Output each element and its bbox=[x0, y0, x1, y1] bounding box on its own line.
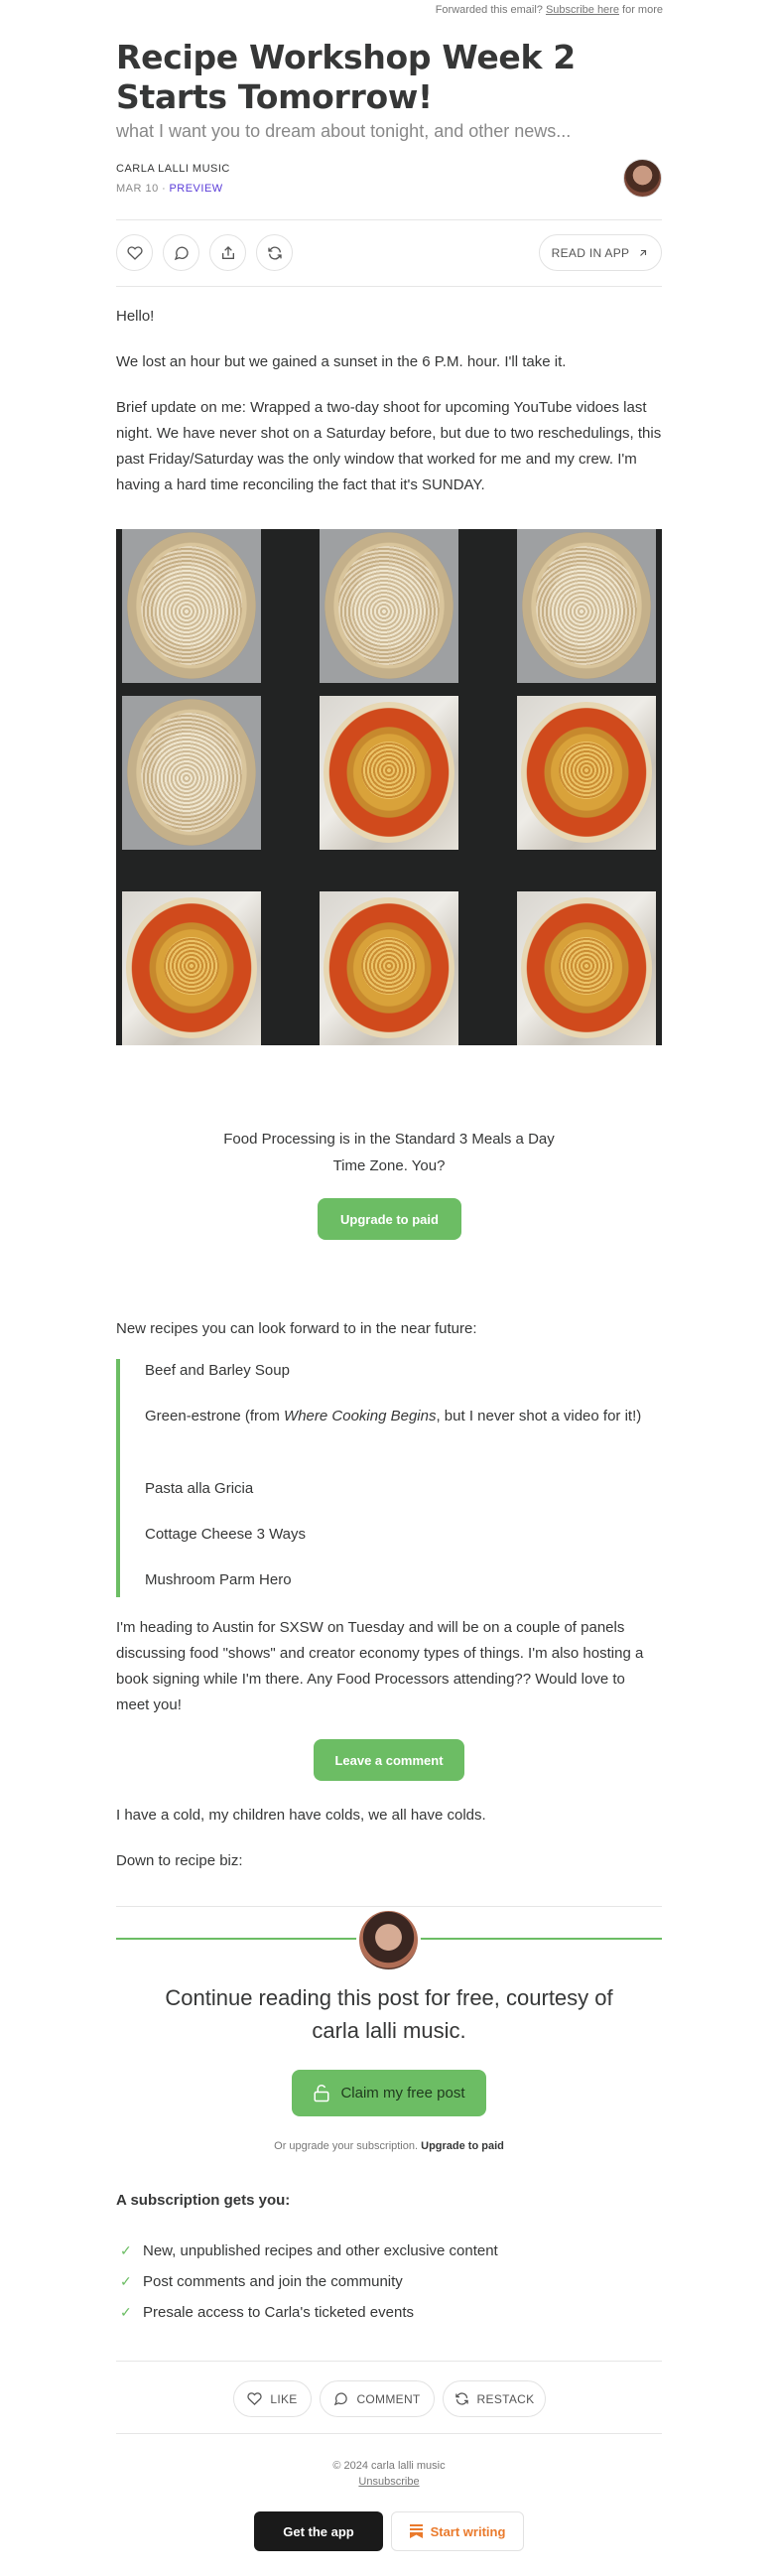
author-name[interactable]: CARLA LALLI MUSIC bbox=[116, 163, 662, 175]
photo-pasta bbox=[320, 529, 458, 683]
read-in-app-button[interactable]: READ IN APP bbox=[539, 234, 662, 271]
footer-like-button[interactable]: LIKE bbox=[233, 2380, 312, 2417]
divider bbox=[116, 1906, 662, 1907]
divider bbox=[116, 286, 662, 287]
greeting: Hello! bbox=[116, 308, 155, 325]
body-paragraph: Brief update on me: Wrapped a two-day sh… bbox=[116, 399, 662, 493]
benefit-item: ✓ New, unpublished recipes and other excl… bbox=[120, 2242, 498, 2259]
benefit-item: ✓ Post comments and join the community bbox=[120, 2273, 403, 2290]
footer-comment-button[interactable]: COMMENT bbox=[320, 2380, 435, 2417]
paywall-heading: Continue reading this post for free, cou… bbox=[165, 1985, 613, 2043]
photo-pasta-plate bbox=[320, 891, 458, 1045]
recipe-item: Pasta alla Gricia bbox=[145, 1480, 254, 1497]
body-paragraph: I have a cold, my children have colds, w… bbox=[116, 1807, 486, 1824]
upgrade-note: Or upgrade your subscription. Upgrade to… bbox=[274, 2140, 504, 2152]
leave-comment-button[interactable]: Leave a comment bbox=[314, 1739, 464, 1781]
divider bbox=[116, 2361, 662, 2362]
heart-icon bbox=[126, 245, 143, 260]
recipe-item: Green-estrone (from Where Cooking Begins… bbox=[145, 1408, 642, 1424]
photo-pasta-plate bbox=[122, 891, 261, 1045]
preview-link[interactable]: PREVIEW bbox=[169, 183, 222, 195]
post-title[interactable]: Recipe Workshop Week 2 Starts Tomorrow! bbox=[116, 38, 662, 117]
email-page: Forwarded this email? Subscribe here for… bbox=[0, 0, 778, 2576]
recipes-intro: New recipes you can look forward to in t… bbox=[116, 1320, 477, 1337]
like-button[interactable] bbox=[116, 234, 153, 271]
footer-restack-button[interactable]: RESTACK bbox=[443, 2380, 546, 2417]
divider bbox=[116, 2433, 662, 2434]
photo-pasta bbox=[122, 529, 261, 683]
post-date: MAR 10 ∙ PREVIEW bbox=[116, 183, 223, 195]
recipes-blockquote: Beef and Barley Soup Green-estrone (from… bbox=[116, 1359, 662, 1597]
copyright: © 2024 carla lalli music bbox=[332, 2460, 446, 2472]
pasta-photo-grid[interactable] bbox=[116, 529, 662, 1045]
start-writing-button[interactable]: Start writing bbox=[391, 2511, 524, 2551]
post-subtitle: what I want you to dream about tonight, … bbox=[116, 121, 572, 141]
body-paragraph: I'm heading to Austin for SXSW on Tuesda… bbox=[116, 1619, 644, 1713]
recipe-item: Cottage Cheese 3 Ways bbox=[145, 1526, 307, 1543]
photo-pasta-plate bbox=[517, 696, 656, 850]
body-paragraph: We lost an hour but we gained a sunset i… bbox=[116, 353, 567, 370]
claim-free-post-button[interactable]: Claim my free post bbox=[292, 2070, 486, 2116]
comment-button[interactable] bbox=[163, 234, 199, 271]
recipe-item: Mushroom Parm Hero bbox=[145, 1571, 292, 1588]
photo-pasta bbox=[517, 529, 656, 683]
forwarded-note: Forwarded this email? Subscribe here for… bbox=[435, 4, 663, 16]
subscribe-link[interactable]: Subscribe here bbox=[546, 4, 619, 16]
subscription-heading: A subscription gets you: bbox=[116, 2192, 291, 2209]
share-icon bbox=[221, 245, 234, 259]
unsubscribe-link[interactable]: Unsubscribe bbox=[116, 2476, 662, 2488]
upgrade-to-paid-button[interactable]: Upgrade to paid bbox=[318, 1198, 461, 1240]
check-icon: ✓ bbox=[120, 2304, 132, 2320]
substack-logo-icon bbox=[409, 2524, 423, 2538]
heart-icon bbox=[247, 2392, 263, 2405]
upgrade-link[interactable]: Upgrade to paid bbox=[421, 2140, 504, 2152]
photo-pasta bbox=[122, 696, 261, 850]
get-the-app-button[interactable]: Get the app bbox=[254, 2511, 383, 2551]
divider bbox=[116, 219, 662, 220]
promo-text: Food Processing is in the Standard 3 Mea… bbox=[223, 1131, 555, 1174]
share-button[interactable] bbox=[209, 234, 246, 271]
check-icon: ✓ bbox=[120, 2242, 132, 2258]
benefit-item: ✓ Presale access to Carla's ticketed even… bbox=[120, 2304, 414, 2321]
restack-button[interactable] bbox=[256, 234, 293, 271]
recipe-item: Beef and Barley Soup bbox=[145, 1362, 290, 1379]
check-icon: ✓ bbox=[120, 2273, 132, 2289]
unlock-icon bbox=[314, 2084, 329, 2101]
author-avatar[interactable] bbox=[623, 159, 662, 198]
author-avatar bbox=[356, 1908, 421, 1972]
restack-icon bbox=[454, 2392, 468, 2405]
photo-pasta-plate bbox=[320, 696, 458, 850]
restack-icon bbox=[267, 246, 282, 259]
arrow-up-right-icon bbox=[640, 249, 647, 256]
photo-pasta-plate bbox=[517, 891, 656, 1045]
comment-icon bbox=[174, 246, 189, 260]
body-paragraph: Down to recipe biz: bbox=[116, 1852, 243, 1869]
comment-icon bbox=[334, 2392, 348, 2406]
